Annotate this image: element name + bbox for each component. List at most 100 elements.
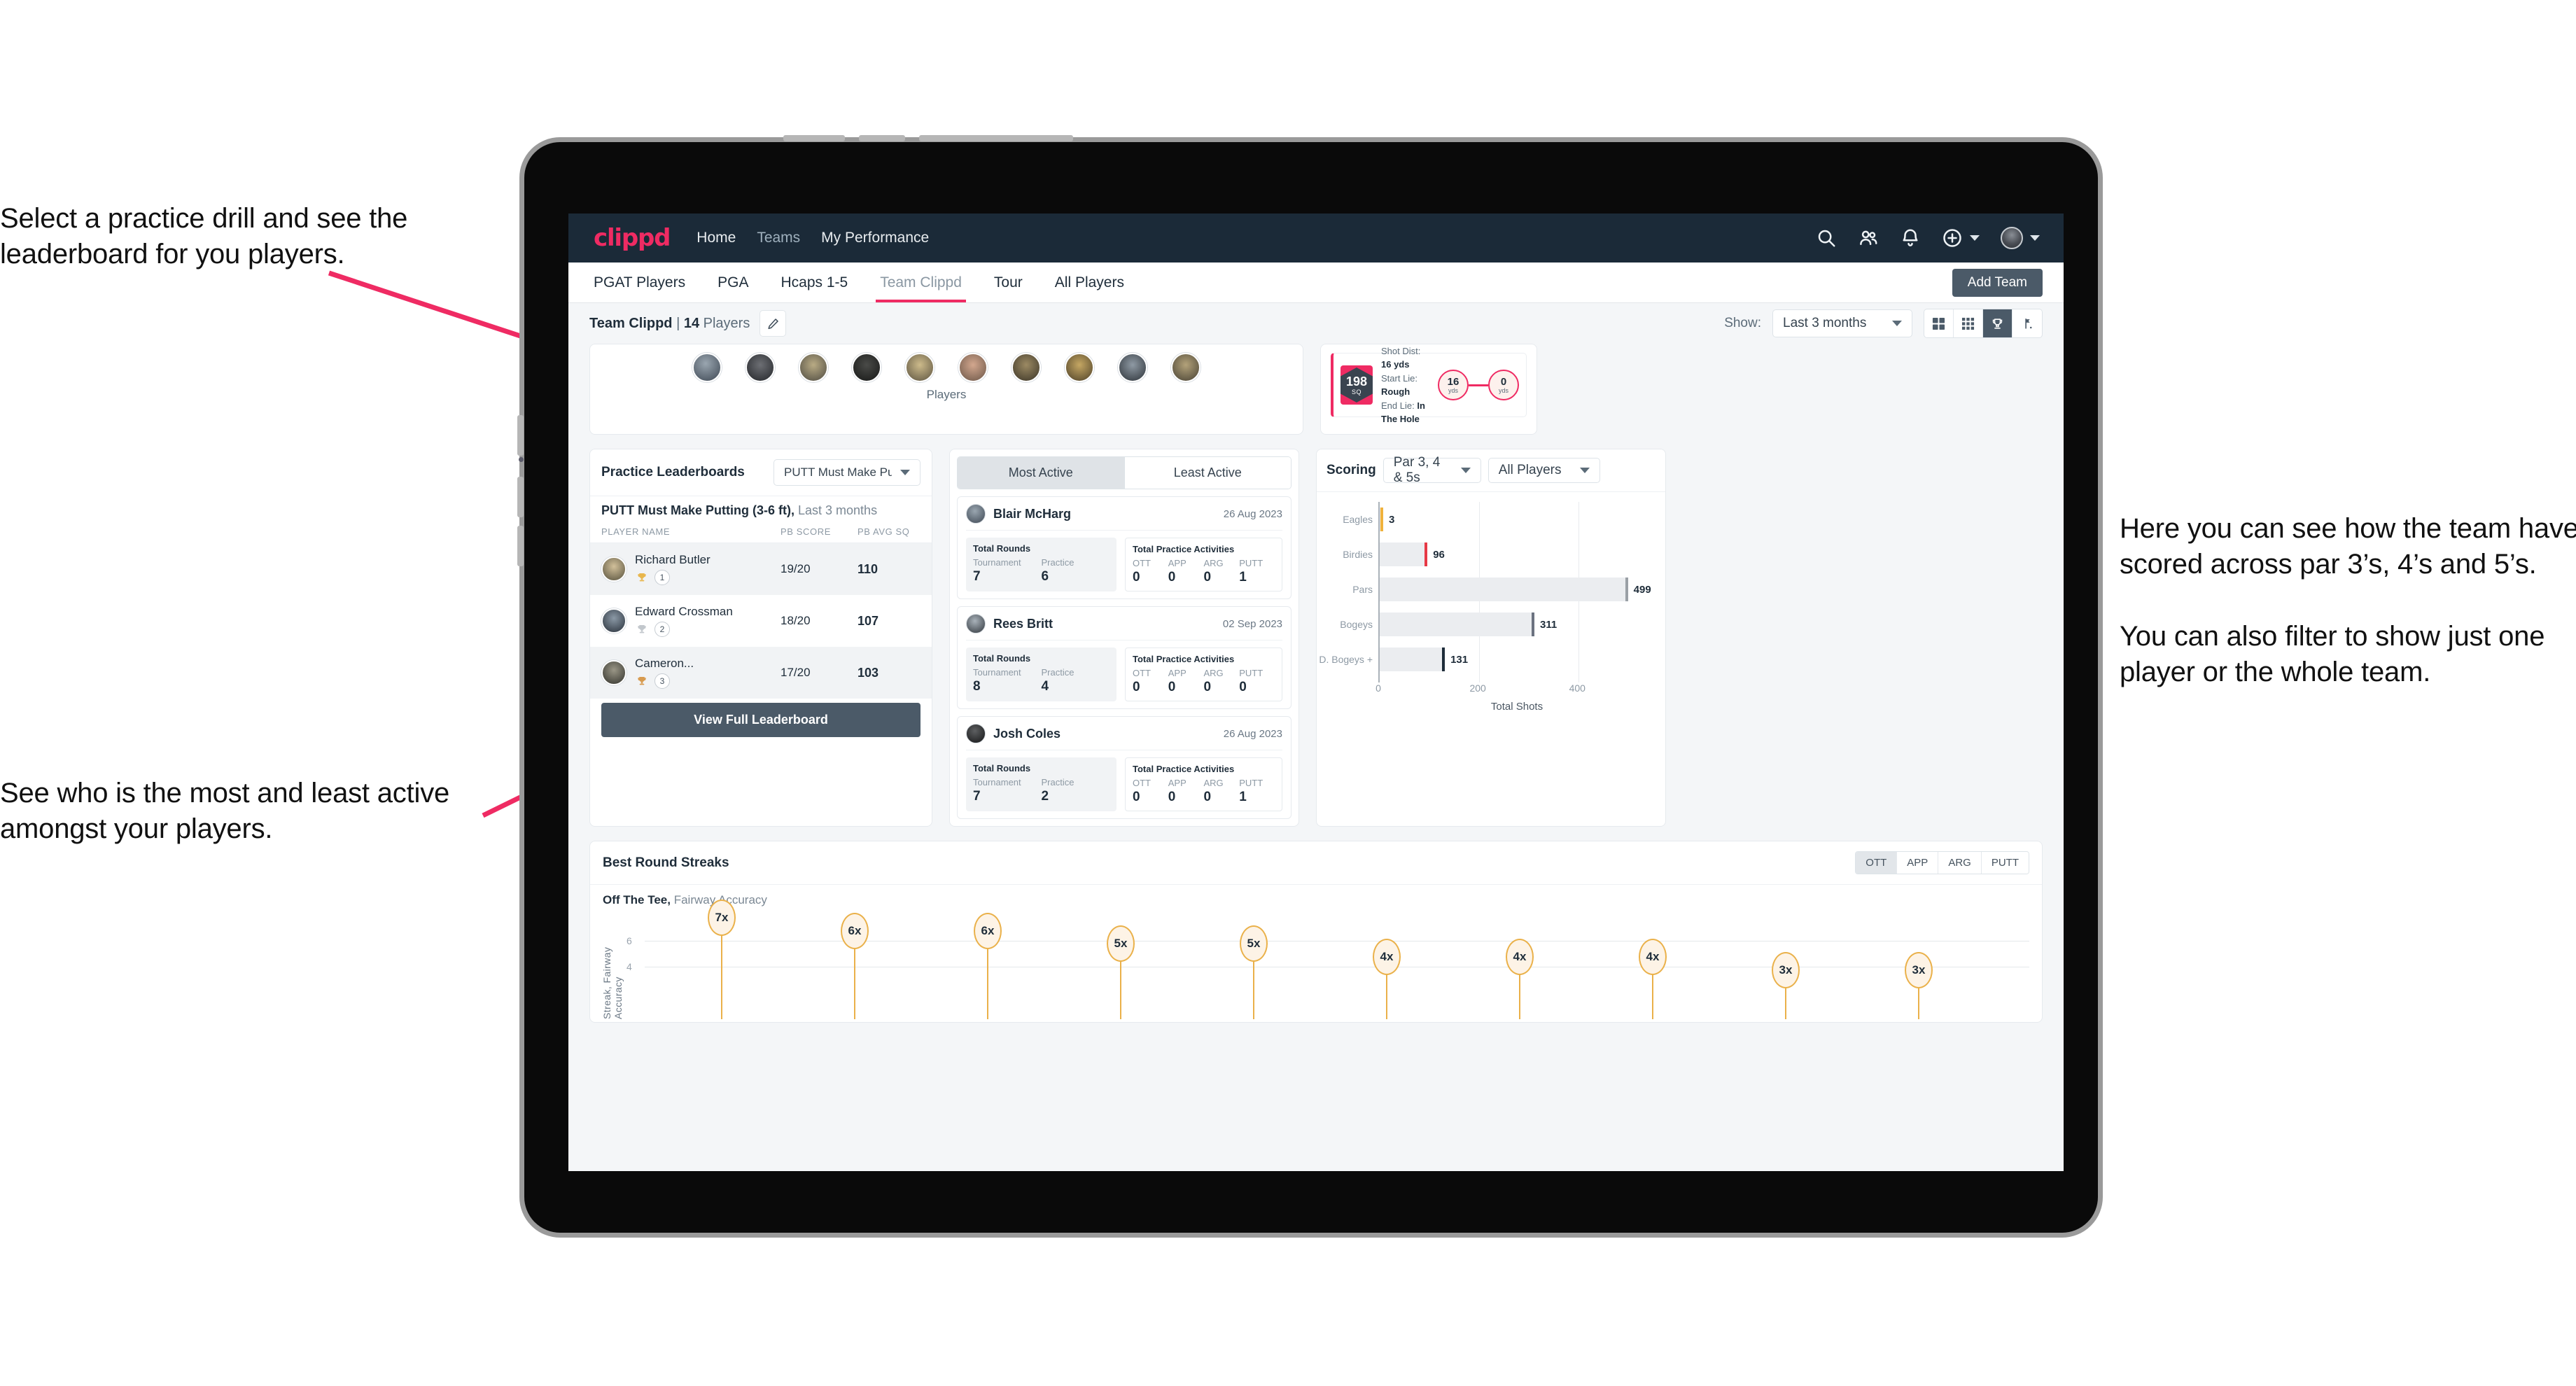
leaderboard-subtitle: PUTT Must Make Putting (3-6 ft), Last 3 …	[590, 496, 932, 526]
tab-pgat-players[interactable]: PGAT Players	[592, 263, 687, 302]
nav-link-teams[interactable]: Teams	[757, 230, 800, 246]
streaks-toggle-group: OTT APP ARG PUTT	[1855, 851, 2029, 874]
shot-connector-line	[1469, 384, 1488, 386]
streak-bubble[interactable]: 5x	[1107, 925, 1135, 962]
annotation-left-bottom: See who is the most and least active amo…	[0, 778, 450, 845]
add-team-button[interactable]: Add Team	[1952, 269, 2043, 297]
leaderboard-column-headers: PLAYER NAME PB SCORE PB AVG SQ	[590, 526, 932, 543]
tab-all-players[interactable]: All Players	[1054, 263, 1126, 302]
streak-bubble[interactable]: 6x	[974, 912, 1002, 949]
avatar[interactable]	[1118, 353, 1147, 382]
avatar[interactable]	[2001, 227, 2023, 249]
scoring-x-axis-label: Total Shots	[1490, 701, 1544, 713]
streak-bubble[interactable]: 4x	[1639, 939, 1667, 975]
bell-icon[interactable]	[1900, 227, 1921, 248]
streak-bubble[interactable]: 4x	[1506, 939, 1534, 975]
tablet-button-side-3[interactable]	[517, 526, 524, 566]
profile-menu[interactable]	[2001, 227, 2040, 249]
tab-hcaps-1-5[interactable]: Hcaps 1-5	[779, 263, 849, 302]
y-tick-label: D. Bogeys +	[1319, 654, 1373, 665]
drill-select[interactable]: PUTT Must Make Putting ...	[774, 459, 920, 486]
scoring-x-axis: 0 200 400	[1376, 682, 1656, 698]
clippd-logo[interactable]: clippd	[594, 224, 671, 252]
player-name: Josh Coles	[993, 726, 1061, 741]
add-menu[interactable]	[1942, 227, 1980, 248]
search-icon[interactable]	[1816, 227, 1837, 248]
activity-item-body: Total Rounds Tournament 8 Practice 4 Total…	[966, 648, 1282, 701]
avatar[interactable]	[852, 353, 881, 382]
edit-team-button[interactable]	[760, 310, 787, 337]
table-row[interactable]: Richard Butler 1 19/20 110	[590, 543, 932, 595]
avatar[interactable]	[958, 353, 988, 382]
avatar[interactable]	[746, 353, 775, 382]
avatar[interactable]	[1171, 353, 1200, 382]
tablet-button-top-1[interactable]	[783, 135, 845, 141]
tab-pga[interactable]: PGA	[716, 263, 750, 302]
tab-tour[interactable]: Tour	[993, 263, 1024, 302]
view-full-leaderboard-button[interactable]: View Full Leaderboard	[601, 703, 920, 737]
leaderboard-header: Practice Leaderboards PUTT Must Make Put…	[590, 449, 932, 496]
team-name: Team Clippd	[589, 315, 673, 331]
avatar[interactable]	[692, 353, 722, 382]
column-pb-score: PB SCORE	[780, 526, 831, 537]
best-round-streaks-card: Best Round Streaks OTT APP ARG PUTT Off …	[589, 841, 2043, 1023]
avatar[interactable]	[1065, 353, 1094, 382]
avatar[interactable]	[799, 353, 828, 382]
list-item[interactable]: Josh Coles 26 Aug 2023 Total Rounds Tour…	[957, 716, 1292, 819]
tab-most-active[interactable]: Most Active	[958, 457, 1124, 489]
plus-circle-icon[interactable]	[1942, 227, 1963, 248]
tablet-button-side-2[interactable]	[517, 477, 524, 517]
player-badges: 1	[635, 570, 780, 585]
x-tick-label: 0	[1376, 682, 1381, 694]
tablet-button-top-2[interactable]	[859, 135, 905, 141]
table-row[interactable]: Edward Crossman 2 18/20 107	[590, 595, 932, 647]
player-name: Edward Crossman	[635, 605, 733, 618]
toggle-putt[interactable]: PUTT	[1981, 852, 2029, 874]
trophy-icon	[638, 573, 646, 582]
date-range-select[interactable]: Last 3 months	[1772, 309, 1912, 337]
flag-icon[interactable]	[2012, 309, 2042, 337]
par-filter-select[interactable]: Par 3, 4 & 5s	[1382, 455, 1481, 485]
avatar[interactable]	[1011, 353, 1041, 382]
streak-bubble[interactable]: 7x	[708, 899, 736, 936]
player-filter-select[interactable]: All Players	[1488, 458, 1600, 483]
nav-link-home[interactable]: Home	[696, 230, 736, 246]
tab-least-active[interactable]: Least Active	[1124, 457, 1291, 489]
lollipop-stem: 7x	[708, 899, 736, 1019]
bar	[1380, 648, 1446, 671]
bar-value-label: 499	[1633, 583, 1651, 596]
scoring-card: Scoring Par 3, 4 & 5s All Players Eagles…	[1316, 449, 1666, 827]
trophy-icon[interactable]	[1983, 309, 2012, 337]
toggle-app[interactable]: APP	[1897, 852, 1939, 874]
toggle-arg[interactable]: ARG	[1938, 852, 1982, 874]
toolbar-right: Show: Last 3 months	[1724, 309, 2043, 338]
player-name: Richard Butler	[635, 553, 710, 566]
chevron-down-icon[interactable]	[2030, 235, 2040, 241]
streak-bubble[interactable]: 4x	[1373, 939, 1401, 975]
y-tick-label: 6	[626, 934, 632, 946]
toggle-ott[interactable]: OTT	[1856, 852, 1898, 874]
streak-bubble[interactable]: 6x	[841, 912, 869, 949]
grid-large-icon[interactable]	[1924, 309, 1954, 337]
streak-bubble[interactable]: 3x	[1772, 951, 1800, 988]
grid-small-icon[interactable]	[1954, 309, 1983, 337]
list-item[interactable]: Blair McHarg 26 Aug 2023 Total Rounds To…	[957, 496, 1292, 599]
chevron-down-icon[interactable]	[1970, 235, 1980, 241]
nav-link-my-performance[interactable]: My Performance	[821, 230, 929, 246]
total-practice-header: Total Practice Activities	[1133, 654, 1235, 664]
table-row[interactable]: Cameron... 3 17/20 103	[590, 647, 932, 699]
streak-bubble[interactable]: 3x	[1905, 951, 1933, 988]
stat-practice: Practice 6	[1041, 557, 1074, 584]
avatar[interactable]	[905, 353, 934, 382]
lollipop-stem: 4x	[1639, 939, 1667, 1019]
lollipop-stem: 3x	[1905, 951, 1933, 1019]
list-item[interactable]: Rees Britt 02 Sep 2023 Total Rounds Tour…	[957, 606, 1292, 709]
tab-team-clippd[interactable]: Team Clippd	[876, 263, 966, 302]
pb-score-value: 18/20	[780, 614, 811, 627]
people-icon[interactable]	[1858, 227, 1879, 248]
streak-bubble[interactable]: 5x	[1240, 925, 1268, 962]
tablet-button-side-1[interactable]	[517, 415, 524, 456]
page-body: Team Clippd | 14 Players Show: Last 3 mo…	[568, 303, 2064, 1171]
tablet-button-top-3[interactable]	[919, 135, 1073, 141]
player-badges: 2	[635, 622, 780, 637]
